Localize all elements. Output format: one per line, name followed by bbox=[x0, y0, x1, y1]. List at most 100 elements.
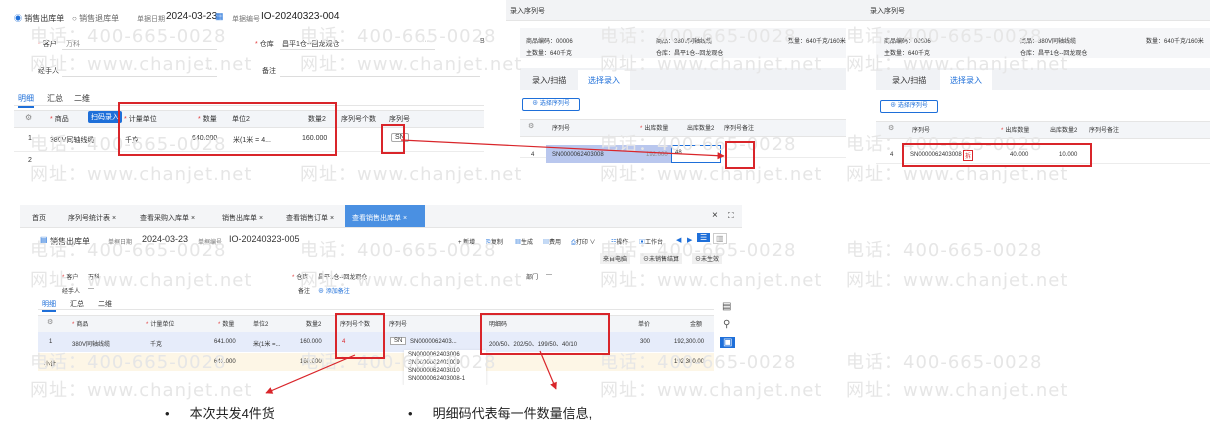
nav-tab-sn-stats[interactable]: 序列号统计表 × bbox=[68, 213, 116, 223]
radio-sales-return[interactable]: ○ 销售退库单 bbox=[72, 13, 119, 24]
outqty2-input[interactable]: 48 bbox=[671, 145, 721, 163]
row-sn[interactable]: SN0000062403... bbox=[410, 339, 457, 345]
select-sn-button[interactable]: ⊕ 选择序列号 bbox=[522, 98, 580, 111]
toolbar-print[interactable]: ⎙打印 ∨ bbox=[571, 237, 596, 247]
attachment-icon[interactable]: ⚲ bbox=[723, 319, 730, 330]
col-sn-count: 序列号个数 bbox=[341, 116, 376, 123]
doc-no-value: IO-20240323-004 bbox=[261, 11, 340, 22]
remark-underline bbox=[280, 76, 480, 77]
tab-detail[interactable]: 明细 bbox=[42, 299, 56, 312]
radio-checked-icon: ◉ bbox=[14, 14, 22, 23]
tab-select[interactable]: 选择录入 bbox=[940, 70, 992, 91]
col-product: 商品 bbox=[50, 114, 69, 124]
window-icon[interactable]: ▣ bbox=[720, 337, 736, 348]
code-info: 商品编码：00006 bbox=[884, 39, 931, 45]
list-icon[interactable]: ▤ bbox=[722, 301, 731, 312]
row-unit[interactable]: 千克 bbox=[150, 339, 162, 348]
watermark-phone: 电话：400-665-0028 bbox=[846, 240, 1043, 261]
handler-more[interactable]: ··· bbox=[205, 65, 212, 72]
row-no: 1 bbox=[28, 135, 32, 142]
doc-no-value: IO-20240323-005 bbox=[229, 234, 300, 244]
toolbar-workbench[interactable]: ▣工作台 bbox=[639, 237, 663, 246]
row-outqty[interactable]: 192.000 bbox=[646, 152, 668, 158]
layout-icon[interactable]: ☰ bbox=[697, 233, 711, 242]
row-sn[interactable]: SN0000062403008 bbox=[552, 152, 604, 158]
warehouse-label: 仓库 bbox=[255, 39, 274, 49]
outqty2-input-value: 48 bbox=[675, 150, 682, 156]
row-amount: 192,300.00 bbox=[674, 339, 705, 345]
row-no: 4 bbox=[531, 152, 535, 158]
customer-more[interactable]: ··· bbox=[205, 38, 212, 45]
select-sn-button[interactable]: ⊕ 选择序列号 bbox=[880, 100, 938, 113]
tab-2d[interactable]: 二维 bbox=[98, 299, 112, 309]
toolbar-generate[interactable]: ▦生成 bbox=[515, 237, 533, 246]
tab-summary[interactable]: 汇总 bbox=[70, 299, 84, 309]
row-unit2[interactable]: 米(1米 =... bbox=[253, 339, 281, 348]
bullet-total-shipped: • 本次共发4件货 bbox=[165, 406, 275, 421]
annotation-box-detail-code bbox=[480, 313, 610, 355]
warehouse-value[interactable]: 昌平1仓--回龙观仓 bbox=[282, 39, 340, 49]
add-remark-link[interactable]: ⊕ 添加备注 bbox=[318, 286, 350, 295]
product-info: 商品：380V同轴线缆 bbox=[1020, 39, 1077, 45]
tab-scan[interactable]: 录入/扫描 bbox=[532, 75, 566, 86]
bullet-dot: • bbox=[408, 406, 413, 421]
grid-icon[interactable]: ▥ bbox=[713, 233, 727, 244]
nav-tab-view-sales-out[interactable]: 查看销售出库单 × bbox=[352, 213, 407, 223]
tab-scan[interactable]: 录入/扫描 bbox=[892, 75, 926, 86]
customer-label: 客户 bbox=[62, 272, 78, 281]
toolbar-copy[interactable]: ⎘复制 bbox=[486, 237, 503, 247]
nav-tab-home[interactable]: 首页 bbox=[32, 213, 46, 223]
row-no: 4 bbox=[890, 152, 894, 158]
qty-info: 数量：640千克/160米 bbox=[1146, 39, 1204, 45]
toolbar-ops[interactable]: ☷操作 bbox=[611, 237, 628, 246]
gear-icon[interactable]: ⚙ bbox=[47, 318, 53, 326]
tab-2d[interactable]: 二维 bbox=[74, 93, 90, 104]
customer-label: 客户 bbox=[38, 39, 57, 49]
col-note: 序列号备注 bbox=[1089, 128, 1120, 134]
panel-serial-entry-after: 录入序列号 商品编码：00006 主数量：640千克 商品：380V同轴线缆 仓… bbox=[846, 0, 1210, 175]
from-badge: 来自电脑 bbox=[600, 253, 631, 264]
status-inactive: ⊖未生效 bbox=[692, 253, 723, 264]
date-value[interactable]: 2024-03-23 bbox=[166, 11, 217, 22]
nav-tab-sales-out[interactable]: 销售出库单 × bbox=[222, 213, 263, 223]
row-product[interactable]: 380V同轴线缆 bbox=[50, 135, 94, 145]
handler-label: 经手人 bbox=[62, 289, 81, 295]
col-amount: 金额 bbox=[690, 322, 703, 328]
dialog-titlebar bbox=[506, 0, 846, 21]
nav-tab-purchase-in[interactable]: 查看采购入库单 × bbox=[140, 213, 195, 223]
tab-select[interactable]: 选择录入 bbox=[578, 70, 630, 91]
tab-divider bbox=[38, 309, 714, 310]
calendar-icon[interactable]: ▦ bbox=[215, 11, 224, 22]
customer-underline bbox=[62, 49, 217, 50]
prev-icon[interactable]: ◀ bbox=[676, 236, 681, 244]
edge-mark: B bbox=[480, 38, 485, 45]
doc-no-label: 单据编号 bbox=[198, 240, 223, 246]
gear-icon[interactable]: ⚙ bbox=[25, 113, 32, 122]
next-icon[interactable]: ▶ bbox=[687, 236, 692, 244]
scan-entry-button[interactable]: 扫码录入 bbox=[88, 111, 122, 123]
col-price: 单价 bbox=[638, 322, 651, 328]
subtotal-amount: 192,300.00 bbox=[674, 359, 705, 365]
handler-underline bbox=[62, 76, 217, 77]
row-qty2[interactable]: 160.000 bbox=[300, 339, 322, 345]
plus-circle-icon: ⊕ bbox=[318, 289, 325, 295]
warehouse-more[interactable]: ··· bbox=[422, 38, 429, 45]
toolbar-fee[interactable]: ▤费用 bbox=[543, 237, 561, 246]
toolbar-new[interactable]: + 新增 bbox=[458, 237, 475, 246]
nav-tab-sales-order[interactable]: 查看销售订单 × bbox=[286, 213, 334, 223]
close-icon[interactable]: × bbox=[712, 210, 718, 221]
expand-icon[interactable]: ⛶ bbox=[728, 211, 734, 221]
sn-list-item: SN0000062403006 bbox=[408, 352, 460, 358]
row-qty[interactable]: 641.000 bbox=[214, 339, 236, 345]
row-sn-tag[interactable]: SN bbox=[390, 337, 407, 345]
gear-icon[interactable]: ⚙ bbox=[528, 122, 534, 130]
customer-value[interactable]: 万科 bbox=[66, 39, 80, 49]
gear-icon[interactable]: ⚙ bbox=[888, 124, 894, 132]
row-price[interactable]: 300 bbox=[640, 339, 650, 345]
row-product[interactable]: 380V同轴线缆 bbox=[72, 339, 110, 348]
col-outqty2: 出库数量2 bbox=[687, 126, 715, 132]
radio-sales-out[interactable]: ◉ 销售出库单 bbox=[14, 13, 64, 24]
tab-summary[interactable]: 汇总 bbox=[47, 93, 63, 104]
bullet-detail-code: • 明细码代表每一件数量信息, bbox=[408, 406, 593, 421]
col-outqty: 出库数量 bbox=[1001, 125, 1029, 134]
